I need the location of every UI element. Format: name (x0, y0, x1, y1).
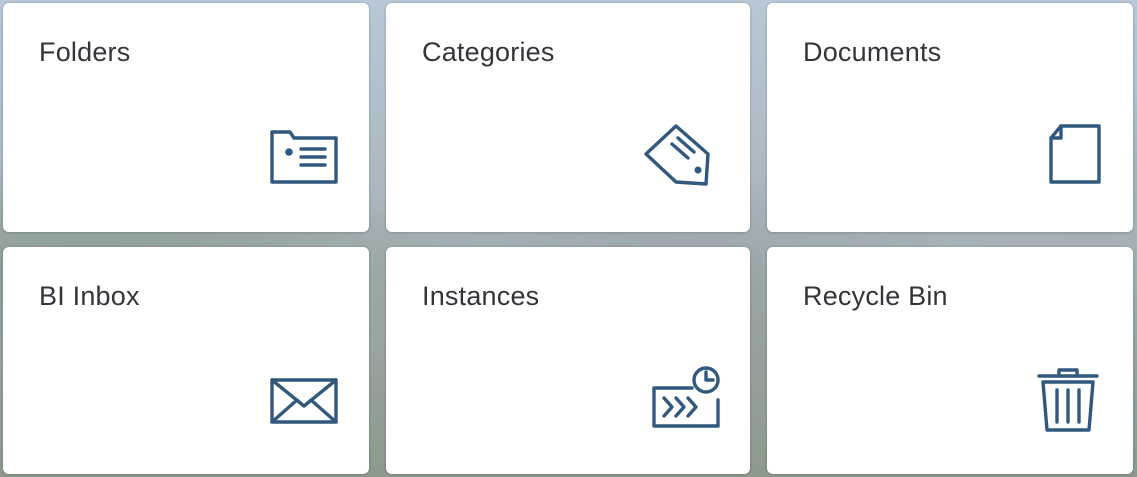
tile-documents[interactable]: Documents (767, 3, 1133, 232)
tile-label: Recycle Bin (803, 281, 948, 311)
folder-icon (259, 112, 339, 192)
envelope-icon (259, 354, 339, 434)
tile-label: Categories (422, 37, 555, 67)
scheduled-instances-icon (640, 354, 720, 434)
document-icon (1023, 112, 1103, 192)
tile-label: Instances (422, 281, 540, 311)
tile-instances[interactable]: Instances (386, 247, 750, 474)
tile-bi-inbox[interactable]: BI Inbox (3, 247, 369, 474)
trash-icon (1023, 354, 1103, 434)
tile-label: Folders (39, 37, 131, 67)
tile-recycle-bin[interactable]: Recycle Bin (767, 247, 1133, 474)
tag-icon (640, 112, 720, 192)
tile-categories[interactable]: Categories (386, 3, 750, 232)
tile-folders[interactable]: Folders (3, 3, 369, 232)
tile-label: BI Inbox (39, 281, 140, 311)
tile-label: Documents (803, 37, 942, 67)
